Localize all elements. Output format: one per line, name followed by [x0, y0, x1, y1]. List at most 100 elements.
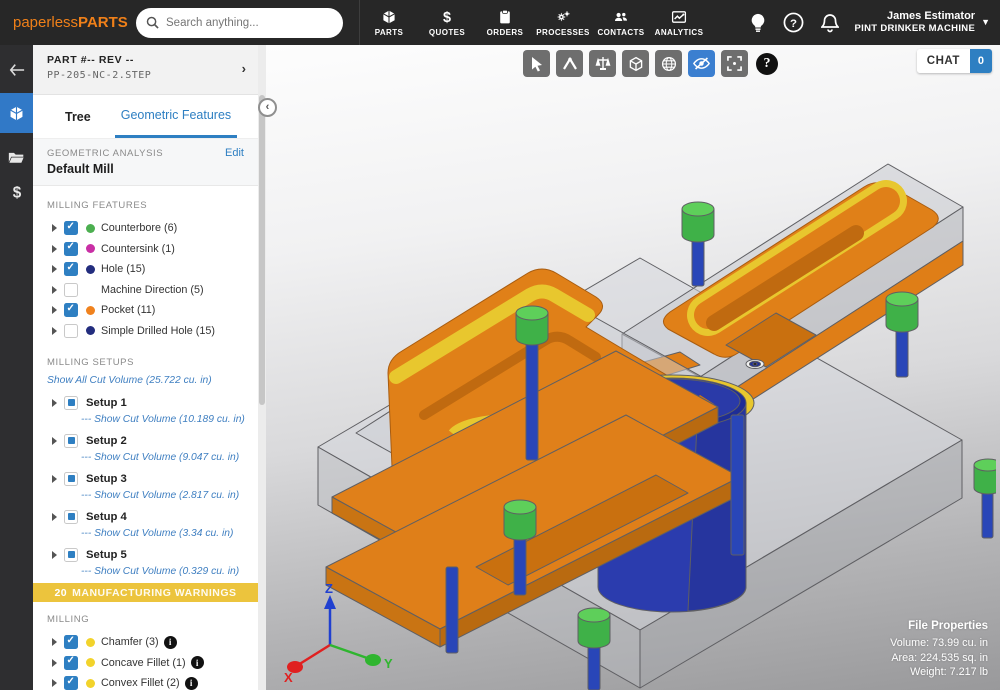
- expand-triangle-icon[interactable]: [52, 658, 57, 667]
- checkbox[interactable]: [64, 433, 78, 448]
- rail-item-files[interactable]: [0, 141, 33, 175]
- nav-processes-label: PROCESSES: [536, 27, 590, 37]
- checkbox[interactable]: [64, 471, 78, 486]
- info-icon[interactable]: i: [190, 656, 204, 670]
- checkbox[interactable]: [64, 635, 78, 650]
- globe-icon[interactable]: [655, 50, 682, 77]
- axis-z-label: Z: [325, 583, 333, 596]
- tab-geometric-features[interactable]: Geometric Features: [114, 95, 238, 138]
- checkbox[interactable]: [64, 221, 78, 236]
- show-cut-volume-link[interactable]: --- Show Cut Volume (9.047 cu. in): [81, 452, 250, 463]
- back-button[interactable]: [0, 53, 33, 87]
- panel-collapse-button[interactable]: ‹: [258, 98, 277, 117]
- gears-icon: [557, 10, 570, 21]
- expand-triangle-icon[interactable]: [52, 326, 57, 335]
- measure-icon[interactable]: [556, 50, 583, 77]
- checkbox[interactable]: [64, 676, 78, 691]
- chevron-down-icon: ▼: [981, 16, 990, 27]
- feature-label: Countersink (1): [101, 242, 175, 255]
- expand-triangle-icon[interactable]: [52, 512, 57, 521]
- info-icon[interactable]: i: [184, 676, 198, 690]
- nav-analytics-label: ANALYTICS: [654, 27, 704, 37]
- milling-setups-title: MILLING SETUPS: [47, 357, 135, 368]
- 3d-model[interactable]: [296, 115, 996, 690]
- panel-scrollbar-thumb[interactable]: [259, 95, 265, 405]
- expand-triangle-icon[interactable]: [52, 550, 57, 559]
- cursor-icon[interactable]: [523, 50, 550, 77]
- info-icon[interactable]: i: [163, 635, 177, 649]
- viewer-3d[interactable]: ? CHAT 0 Z X Y File Properties Volume: 7…: [266, 45, 1000, 690]
- feature-label: Convex Fillet (2): [101, 677, 180, 690]
- file-properties-volume: Volume: 73.99 cu. in: [890, 637, 988, 650]
- feature-row-counterbore: Counterbore (6): [47, 218, 250, 239]
- part-expand-chevron[interactable]: ›: [242, 61, 246, 76]
- feature-label: Concave Fillet (1): [101, 656, 186, 669]
- nav-parts[interactable]: PARTS: [360, 0, 418, 45]
- expand-triangle-icon[interactable]: [52, 474, 57, 483]
- checkbox[interactable]: [64, 262, 78, 277]
- help-icon[interactable]: ?: [783, 12, 805, 34]
- hide-features-icon[interactable]: [688, 50, 715, 77]
- show-all-cut-volume-link[interactable]: Show All Cut Volume (25.722 cu. in): [47, 375, 250, 386]
- feature-color-dot: [86, 285, 95, 294]
- expand-triangle-icon[interactable]: [52, 285, 57, 294]
- rail-item-viewer[interactable]: [0, 93, 33, 133]
- setup-block-4: Setup 4 --- Show Cut Volume (3.34 cu. in…: [47, 507, 250, 539]
- expand-triangle-icon[interactable]: [52, 306, 57, 315]
- checkbox[interactable]: [64, 547, 78, 562]
- feature-color-dot: [86, 678, 95, 688]
- milling-title: MILLING: [47, 614, 90, 625]
- feature-row-simple-drilled-hole: Simple Drilled Hole (15): [47, 321, 250, 342]
- expand-triangle-icon[interactable]: [52, 398, 57, 407]
- expand-triangle-icon[interactable]: [52, 265, 57, 274]
- nav-contacts[interactable]: CONTACTS: [592, 0, 650, 45]
- show-cut-volume-link[interactable]: --- Show Cut Volume (2.817 cu. in): [81, 490, 250, 501]
- user-menu[interactable]: James Estimator PINT DRINKER MACHINE ▼: [855, 10, 990, 36]
- feature-label: Simple Drilled Hole (15): [101, 324, 216, 337]
- cube-view-icon[interactable]: [622, 50, 649, 77]
- bell-icon[interactable]: [819, 12, 841, 34]
- checkbox[interactable]: [64, 303, 78, 318]
- search-input[interactable]: [166, 16, 326, 29]
- app-logo[interactable]: paperless PARTS: [13, 14, 128, 31]
- milling-warning-section: MILLING Chamfer (3) i Concave Fillet (1)…: [33, 602, 258, 691]
- feature-row-pocket: Pocket (11): [47, 300, 250, 321]
- nav-parts-label: PARTS: [374, 27, 404, 37]
- search-bar[interactable]: [136, 7, 343, 38]
- edit-link[interactable]: Edit: [225, 147, 244, 159]
- show-cut-volume-link[interactable]: --- Show Cut Volume (10.189 cu. in): [81, 414, 250, 425]
- expand-triangle-icon[interactable]: [52, 679, 57, 688]
- expand-triangle-icon[interactable]: [52, 244, 57, 253]
- tab-tree[interactable]: Tree: [51, 95, 105, 138]
- rail-item-pricing[interactable]: $: [0, 175, 33, 209]
- nav-processes[interactable]: PROCESSES: [534, 0, 592, 45]
- expand-triangle-icon[interactable]: [52, 436, 57, 445]
- viewer-help-button[interactable]: ?: [756, 52, 778, 75]
- expand-triangle-icon[interactable]: [52, 638, 57, 647]
- logo-text-regular: paperless: [13, 14, 79, 31]
- expand-triangle-icon[interactable]: [52, 224, 57, 233]
- left-icon-rail: $: [0, 45, 33, 690]
- assembly-icon[interactable]: [589, 50, 616, 77]
- nav-orders[interactable]: ORDERS: [476, 0, 534, 45]
- checkbox[interactable]: [64, 655, 78, 670]
- checkbox[interactable]: [64, 395, 78, 410]
- show-cut-volume-link[interactable]: --- Show Cut Volume (3.34 cu. in): [81, 528, 250, 539]
- analysis-label: GEOMETRIC ANALYSIS: [47, 147, 164, 159]
- checkbox[interactable]: [64, 282, 78, 297]
- checkbox[interactable]: [64, 509, 78, 524]
- feature-row-concave-fillet: Concave Fillet (1) i: [47, 653, 250, 674]
- chat-button[interactable]: CHAT 0: [916, 49, 992, 73]
- show-cut-volume-link[interactable]: --- Show Cut Volume (0.329 cu. in): [81, 566, 250, 577]
- checkbox[interactable]: [64, 323, 78, 338]
- lightbulb-icon[interactable]: [747, 12, 769, 34]
- fit-view-icon[interactable]: [721, 50, 748, 77]
- feature-color-dot: [86, 637, 95, 647]
- checkbox[interactable]: [64, 241, 78, 256]
- nav-analytics[interactable]: ANALYTICS: [650, 0, 708, 45]
- feature-color-dot: [86, 223, 95, 233]
- analysis-value: Default Mill: [47, 162, 114, 176]
- nav-quotes-label: QUOTES: [428, 27, 466, 37]
- manufacturing-warnings-banner[interactable]: 20 MANUFACTURING WARNINGS: [33, 583, 258, 602]
- nav-quotes[interactable]: $ QUOTES: [418, 0, 476, 45]
